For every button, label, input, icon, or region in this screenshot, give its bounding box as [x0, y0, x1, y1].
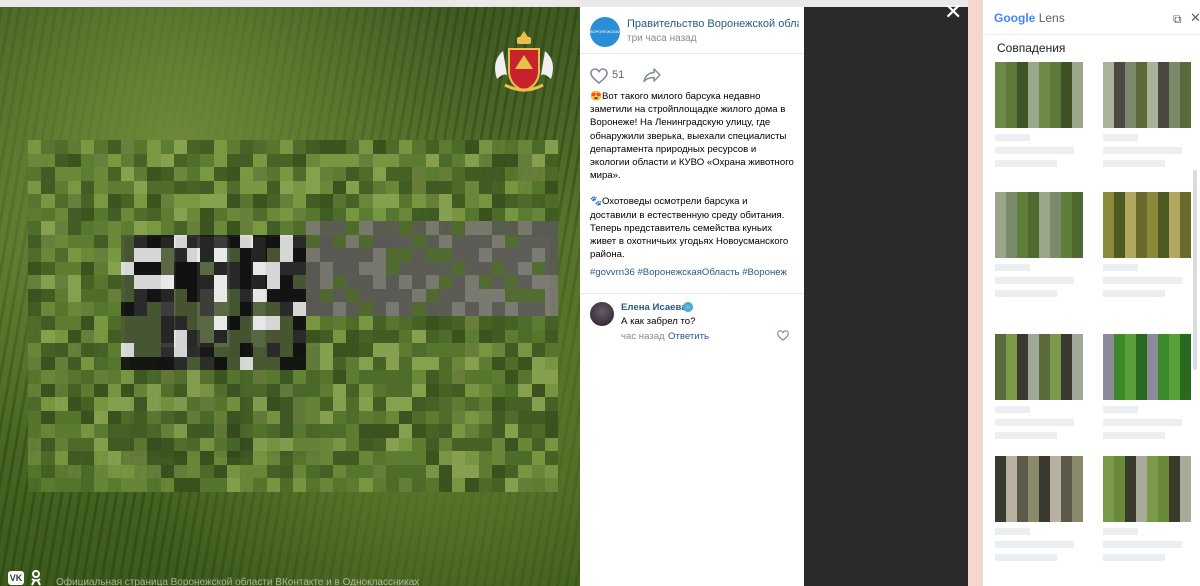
- heart-icon[interactable]: [590, 68, 608, 84]
- lens-header: Google Lens ⧉ ✕: [983, 0, 1200, 35]
- post-photo[interactable]: VK Официальная страница Воронежской обла…: [0, 7, 580, 586]
- lens-result-meta[interactable]: [995, 406, 1083, 445]
- vk-icon[interactable]: VK: [8, 571, 24, 585]
- author-avatar[interactable]: ВОРОНЕЖСКАЯ: [590, 17, 621, 47]
- lens-result-thumbnail[interactable]: [995, 62, 1083, 128]
- lens-result-meta[interactable]: [1103, 406, 1191, 445]
- crest-icon: [495, 31, 553, 93]
- share-icon[interactable]: [642, 67, 662, 83]
- lens-result-meta[interactable]: [995, 134, 1083, 173]
- page-edge: [968, 0, 982, 586]
- lens-result-meta[interactable]: [1103, 134, 1191, 173]
- post-hashtags[interactable]: #govvrn36 #ВоронежскаяОбласть #Воронеж: [580, 267, 804, 287]
- comment-heart-icon[interactable]: [777, 330, 789, 342]
- viewer-backdrop[interactable]: [804, 7, 968, 586]
- lens-result-meta[interactable]: [995, 264, 1083, 303]
- lens-close-icon[interactable]: ✕: [1190, 10, 1200, 26]
- close-icon[interactable]: ✕: [944, 1, 962, 23]
- lens-result-meta[interactable]: [995, 528, 1083, 567]
- post-text: 😍Вот такого милого барсука недавно замет…: [580, 90, 804, 261]
- lens-result-thumbnail[interactable]: [995, 192, 1083, 258]
- emoji-paws: 🐾: [590, 196, 602, 208]
- google-lens-panel: Google Lens ⧉ ✕ Совпадения: [982, 0, 1200, 586]
- post-header: ВОРОНЕЖСКАЯ Правительство Воронежской об…: [580, 7, 804, 54]
- lens-scrollbar[interactable]: [1193, 170, 1197, 370]
- photo-caption: Официальная страница Воронежской области…: [56, 577, 420, 586]
- lens-result-meta[interactable]: [1103, 528, 1191, 567]
- lens-logo: Lens: [1038, 11, 1065, 25]
- post-time[interactable]: три часа назад: [627, 33, 697, 44]
- verified-badge-icon: [683, 302, 693, 313]
- lens-result-thumbnail[interactable]: [995, 456, 1083, 522]
- lens-result-thumbnail[interactable]: [1103, 192, 1191, 258]
- reply-link[interactable]: Ответить: [668, 331, 709, 342]
- post-paragraph-1: 😍Вот такого милого барсука недавно замет…: [590, 91, 794, 182]
- post-panel: ВОРОНЕЖСКАЯ Правительство Воронежской об…: [580, 7, 804, 586]
- like-count: 51: [612, 69, 625, 81]
- pixelated-region: [28, 140, 558, 492]
- comment-text: А как забрел то?: [621, 316, 696, 328]
- lens-result-thumbnail[interactable]: [995, 334, 1083, 400]
- emoji-love: 😍: [590, 91, 602, 102]
- comment-time[interactable]: час назад: [621, 331, 665, 342]
- lens-result-thumbnail[interactable]: [1103, 62, 1191, 128]
- lens-result-thumbnail[interactable]: [1103, 456, 1191, 522]
- lens-result-meta[interactable]: [1103, 264, 1191, 303]
- commenter-avatar[interactable]: [590, 302, 614, 327]
- post-actions: 51: [580, 54, 804, 90]
- author-name[interactable]: Правительство Воронежской области: [627, 18, 799, 30]
- lens-brand: Google Lens: [994, 11, 1065, 25]
- comment: Елена Исаева А как забрел то? час назад …: [580, 294, 804, 344]
- google-logo: Google: [994, 11, 1036, 25]
- post-paragraph-2: 🐾Охотоведы осмотрели барсука и доставили…: [590, 196, 789, 261]
- lens-result-thumbnail[interactable]: [1103, 334, 1191, 400]
- open-in-new-icon[interactable]: ⧉: [1173, 12, 1182, 27]
- commenter-name[interactable]: Елена Исаева: [621, 302, 687, 313]
- ok-icon[interactable]: [30, 570, 42, 586]
- lens-section-title: Совпадения: [997, 41, 1066, 55]
